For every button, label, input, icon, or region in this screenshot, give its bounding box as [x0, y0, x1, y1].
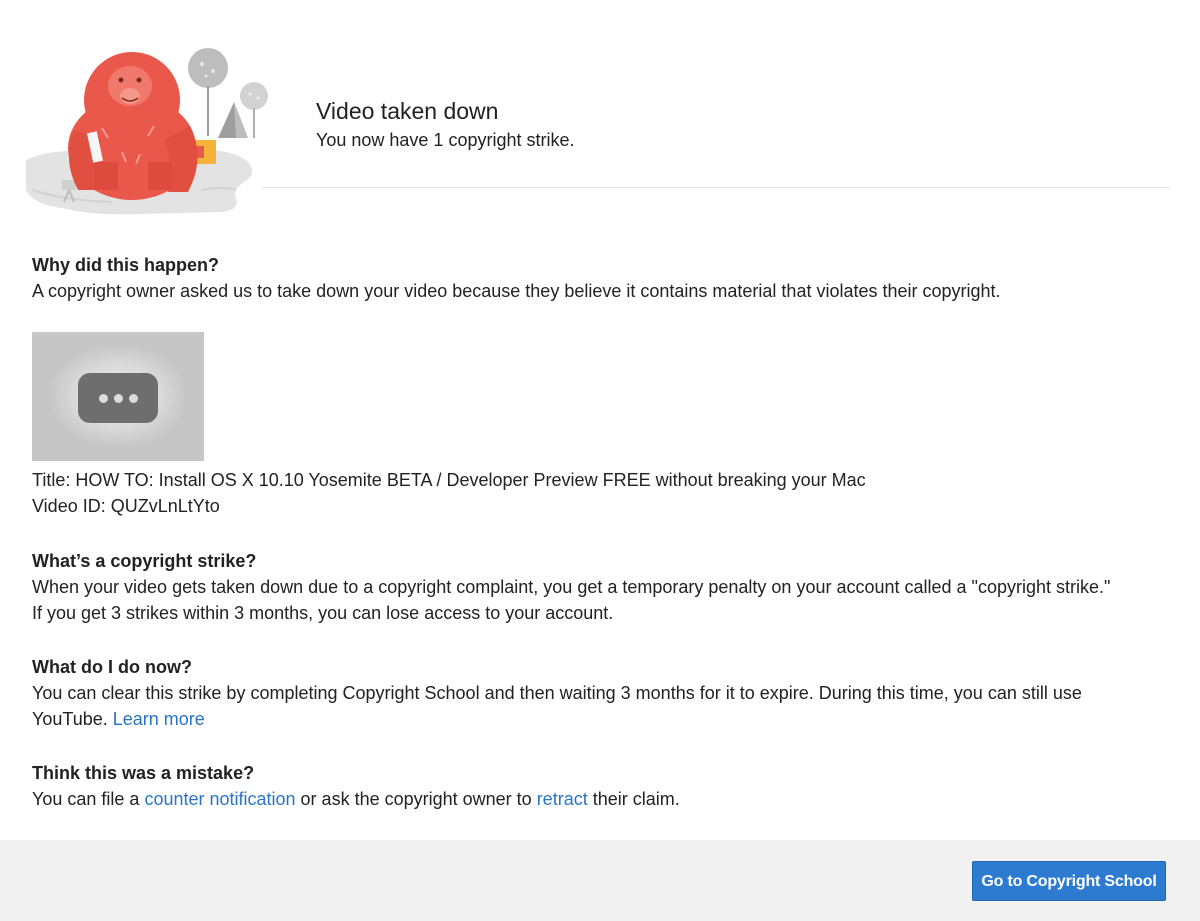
- mistake-body: You can file a counter notification or a…: [32, 786, 1182, 812]
- mistake-middle: or ask the copyright owner to: [300, 789, 532, 809]
- mistake-suffix: their claim.: [592, 789, 680, 809]
- dot-icon: [129, 394, 138, 403]
- strike-section: What’s a copyright strike? When your vid…: [32, 548, 1182, 626]
- learn-more-link[interactable]: Learn more: [113, 709, 205, 729]
- video-title: Title: HOW TO: Install OS X 10.10 Yosemi…: [32, 470, 866, 490]
- retract-link[interactable]: retract: [537, 789, 588, 809]
- dot-icon: [99, 394, 108, 403]
- page-title: Video taken down: [316, 98, 499, 124]
- why-heading: Why did this happen?: [32, 255, 219, 275]
- why-body: A copyright owner asked us to take down …: [32, 281, 1001, 301]
- strike-count-text: You now have 1 copyright strike.: [316, 130, 575, 150]
- header: Video taken down You now have 1 copyrigh…: [0, 0, 1200, 230]
- mistake-heading: Think this was a mistake?: [32, 763, 255, 783]
- video-meta: Title: HOW TO: Install OS X 10.10 Yosemi…: [32, 467, 1182, 519]
- go-to-copyright-school-button[interactable]: Go to Copyright School: [972, 861, 1166, 901]
- counter-notification-link[interactable]: counter notification: [144, 789, 295, 809]
- video-unavailable-icon: [78, 373, 158, 423]
- what-now-heading: What do I do now?: [32, 657, 192, 677]
- what-now-body-line-1: You can clear this strike by completing …: [32, 683, 1082, 703]
- strike-heading: What’s a copyright strike?: [32, 551, 257, 571]
- yeti-mascot-illustration: [26, 48, 268, 215]
- what-now-section: What do I do now? You can clear this str…: [32, 654, 1182, 732]
- mistake-prefix: You can file a: [32, 789, 140, 809]
- why-section: Why did this happen? A copyright owner a…: [32, 252, 1182, 304]
- what-now-body-line-2: YouTube. Learn more: [32, 706, 1182, 732]
- strike-body-line-2: If you get 3 strikes within 3 months, yo…: [32, 603, 614, 623]
- what-now-prefix: YouTube.: [32, 709, 108, 729]
- video-thumbnail: [32, 332, 204, 461]
- footer-bar: Go to Copyright School: [0, 840, 1200, 921]
- mistake-section: Think this was a mistake? You can file a…: [32, 760, 1182, 812]
- header-divider: [262, 187, 1170, 188]
- video-id: Video ID: QUZvLnLtYto: [32, 496, 220, 516]
- strike-body-line-1: When your video gets taken down due to a…: [32, 577, 1111, 597]
- header-text: Video taken down You now have 1 copyrigh…: [316, 96, 575, 153]
- dot-icon: [114, 394, 123, 403]
